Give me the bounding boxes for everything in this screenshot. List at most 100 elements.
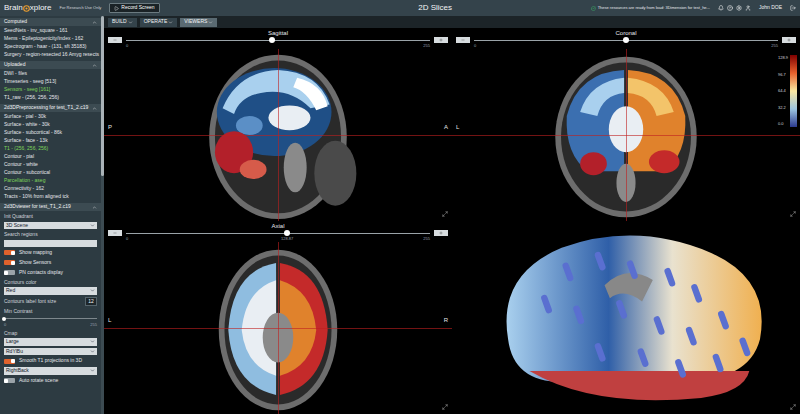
menu-button[interactable]: BUILD [108, 18, 137, 27]
colorbar-gradient [790, 55, 797, 127]
expand-icon[interactable] [442, 404, 448, 410]
sidebar-item[interactable]: Surface - subcortical - 86k [0, 128, 101, 136]
gear-icon[interactable] [736, 5, 742, 11]
toggle-switch[interactable] [4, 250, 15, 255]
section-header[interactable]: 2d3Dviewer for test_T1_2.c19 [0, 203, 101, 211]
select-control: CmapLarge [4, 330, 97, 346]
panel-title: Axial [108, 222, 448, 230]
toggle-knob [11, 359, 15, 363]
menu-button[interactable]: VIEWERS [180, 18, 217, 27]
select-value: Red [6, 287, 15, 295]
sidebar-item[interactable]: Contour - subcortical [0, 168, 101, 176]
toggle-switch[interactable] [4, 378, 15, 383]
section-header[interactable]: 2d3DPreprocessing for test_T1_2.c19 [0, 104, 101, 112]
toggle-switch[interactable] [4, 359, 15, 364]
sidebar-item[interactable]: SeedNets - inv_square - 161 [0, 26, 101, 34]
slider-thumb[interactable] [623, 37, 629, 43]
user-name[interactable]: John DOE [759, 4, 782, 12]
plus-icon [439, 231, 443, 235]
colorbar-tick: 0.0 [778, 121, 788, 127]
sidebar-item[interactable]: Surface - white - 30k [0, 120, 101, 128]
sensor-electrode [594, 251, 607, 271]
3d-panel [452, 221, 800, 414]
sensor-electrode [540, 294, 553, 314]
app: BrainxploreFor Research Use OnlyRecord S… [0, 0, 800, 414]
chevron-down-icon [128, 20, 133, 25]
increment-button[interactable] [434, 37, 448, 43]
view-canvas[interactable] [452, 221, 800, 414]
slider-track[interactable] [126, 37, 430, 43]
sidebar-item[interactable]: Surface - face - 13k [0, 136, 101, 144]
text-input[interactable] [4, 240, 97, 247]
toggle-row[interactable]: Show mapping [4, 249, 97, 257]
section-header[interactable]: Computed [0, 18, 101, 26]
sidebar-item[interactable]: Tracts - 10% from aligned tck [0, 192, 101, 200]
chevron-down-icon [208, 20, 213, 25]
record-screen-button[interactable]: Record Screen [109, 3, 159, 13]
slider-thumb[interactable] [269, 37, 275, 43]
sidebar-item[interactable]: Contour - pial [0, 152, 101, 160]
view-canvas[interactable]: L128.996.764.432.20.0 [452, 49, 800, 221]
logo-text-left: Brain [4, 2, 23, 14]
toggle-row[interactable]: Smooth T1 projections in 3D [4, 357, 97, 365]
increment-button[interactable] [782, 37, 796, 43]
select-box[interactable]: Large [4, 338, 97, 346]
sidebar-item[interactable]: Parcellation - aseg [0, 176, 101, 184]
top-bar: BrainxploreFor Research Use OnlyRecord S… [0, 0, 800, 16]
select-control: Contours colorRed [4, 279, 97, 295]
bell-icon[interactable] [718, 5, 724, 11]
slider-thumb[interactable] [2, 317, 6, 321]
slider-track[interactable] [4, 317, 97, 321]
toggle-switch[interactable] [4, 270, 15, 275]
logout-icon[interactable] [790, 5, 796, 11]
sensor-electrode [739, 337, 752, 357]
number-input[interactable]: 12 [85, 297, 97, 307]
toggle-row[interactable]: Show Sensors [4, 259, 97, 267]
toggle-row[interactable]: PN contacts display [4, 269, 97, 277]
expand-icon[interactable] [442, 211, 448, 217]
increment-button[interactable] [434, 230, 448, 236]
decrement-button[interactable] [108, 37, 122, 43]
sidebar-item[interactable]: Sensors - seeg [161] [0, 85, 101, 93]
select-box[interactable]: RightBack [4, 367, 97, 375]
sidebar-item[interactable]: Surgery - region-resected 16 Amyg resect… [0, 50, 101, 58]
sidebar-item[interactable]: Timeseries - seeg [513] [0, 77, 101, 85]
decrement-button[interactable] [108, 230, 122, 236]
select-box[interactable]: Red [4, 287, 97, 295]
toggle-switch[interactable] [4, 260, 15, 265]
expand-icon[interactable] [790, 211, 796, 217]
view-canvas[interactable]: LR [104, 242, 452, 414]
slider-value: 128.87 [281, 236, 293, 242]
sidebar-item[interactable]: Connectivity - 162 [0, 184, 101, 192]
input-control: Search regions [4, 231, 97, 247]
toggle-row[interactable]: Auto rotate scene [4, 377, 97, 385]
plus-icon [787, 38, 791, 42]
slider-track[interactable] [126, 230, 430, 236]
view-canvas[interactable]: PA [104, 49, 452, 221]
help-icon[interactable] [727, 5, 733, 11]
sensor-electrode [685, 326, 698, 346]
sidebar-item[interactable]: Spectrogram - haar - (131, sft 35183) [0, 42, 101, 50]
user-icon[interactable] [745, 5, 751, 11]
chevron-down-icon [90, 368, 95, 373]
select-value: 3D Scene [6, 222, 28, 230]
menu-button[interactable]: OPERATE [140, 18, 178, 27]
sidebar-item[interactable]: Surface - pial - 30k [0, 112, 101, 120]
slider-rail [4, 318, 97, 319]
sidebar-item[interactable]: DWI - files [0, 69, 101, 77]
expand-icon[interactable] [790, 404, 796, 410]
select-box[interactable]: 3D Scene [4, 222, 97, 230]
sidebar-item[interactable]: Mems - Epileptogenicity/index - 162 [0, 34, 101, 42]
decrement-button[interactable] [456, 37, 470, 43]
tagline: For Research Use Only [59, 5, 101, 11]
sidebar-item[interactable]: Contour - white [0, 160, 101, 168]
sidebar-item[interactable]: T1_raw - (256, 256, 256) [0, 93, 101, 101]
slider-track[interactable] [474, 37, 778, 43]
slider-thumb[interactable] [284, 230, 290, 236]
section-header[interactable]: Uploaded [0, 61, 101, 69]
sensor-electrode [664, 267, 677, 287]
slider-control: Min Contrast0255 [4, 308, 97, 328]
colorbar-tick: 96.7 [778, 72, 788, 78]
sidebar-item[interactable]: T1 - (256, 256, 256) [0, 144, 101, 152]
select-box[interactable]: RdYlBu [4, 348, 97, 356]
